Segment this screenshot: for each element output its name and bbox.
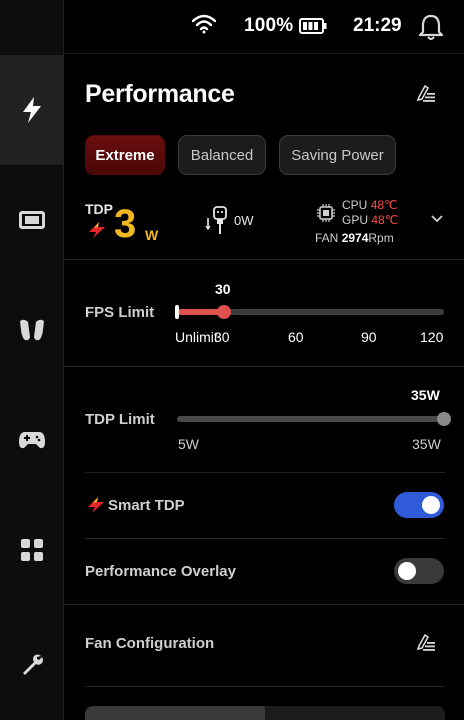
gpu-temperature: GPU 48℃ xyxy=(342,213,398,227)
tdp-slider-handle[interactable] xyxy=(437,412,451,426)
edit-profile-icon[interactable] xyxy=(416,84,436,102)
status-bar: 100% 21:29 xyxy=(64,0,464,54)
mode-balanced-button[interactable]: Balanced xyxy=(178,135,266,175)
fps-tick-60: 60 xyxy=(288,329,304,345)
cpu-temperature: CPU 48℃ xyxy=(342,198,398,212)
fan-mode-tab-right[interactable] xyxy=(265,706,445,720)
tdp-slider-track[interactable] xyxy=(177,416,444,422)
fan-speed: FAN 2974Rpm xyxy=(315,231,394,245)
edit-fan-icon[interactable] xyxy=(416,633,436,651)
fan-mode-tab-left[interactable] xyxy=(85,706,265,720)
chevron-down-icon[interactable] xyxy=(430,214,444,224)
bolt-icon xyxy=(23,97,41,123)
smart-tdp-label: Smart TDP xyxy=(108,497,185,514)
performance-overlay-toggle[interactable] xyxy=(394,558,444,584)
chip-icon xyxy=(317,204,335,222)
battery-icon xyxy=(299,18,327,34)
rail-item-performance[interactable] xyxy=(0,55,64,165)
divider xyxy=(85,686,445,687)
mode-saving-power-button[interactable]: Saving Power xyxy=(279,135,396,175)
wrench-icon xyxy=(23,654,43,675)
wifi-icon xyxy=(192,14,216,34)
rail-item-display[interactable] xyxy=(0,165,64,275)
fps-tick-90: 90 xyxy=(361,329,377,345)
fps-tick-unlimit: Unlimit xyxy=(175,329,218,345)
screen-icon xyxy=(19,211,45,229)
tdp-label: TDP xyxy=(85,201,113,217)
grip-icon xyxy=(20,319,44,341)
smart-bolt-icon xyxy=(89,222,105,238)
cpu-temp-value: 48℃ xyxy=(370,198,398,212)
fan-unit: Rpm xyxy=(368,231,394,245)
power-plug-icon xyxy=(205,206,227,234)
gpu-temp-value: 48℃ xyxy=(371,213,399,227)
divider xyxy=(85,538,445,539)
clock: 21:29 xyxy=(353,15,402,36)
smart-tdp-bolt-icon xyxy=(88,497,104,513)
fps-limit-value: 30 xyxy=(215,281,231,297)
fps-slider-start-marker xyxy=(175,305,179,319)
fan-label: FAN xyxy=(315,231,339,245)
tdp-min-label: 5W xyxy=(178,436,199,452)
performance-mode-selector: Extreme Balanced Saving Power xyxy=(85,135,396,175)
divider xyxy=(85,472,445,473)
divider xyxy=(64,366,464,367)
fps-limit-label: FPS Limit xyxy=(85,304,155,321)
tdp-limit-label: TDP Limit xyxy=(85,411,155,428)
rail-item-controller[interactable] xyxy=(0,275,64,385)
fps-tick-120: 120 xyxy=(420,329,444,345)
tdp-unit: W xyxy=(145,227,159,243)
divider xyxy=(64,604,464,605)
tdp-max-label: 35W xyxy=(412,436,441,452)
gpu-label: GPU xyxy=(342,213,369,227)
apps-grid-icon xyxy=(21,539,43,561)
mode-extreme-button[interactable]: Extreme xyxy=(85,135,165,175)
rail-item-apps[interactable] xyxy=(0,495,64,605)
gamepad-icon xyxy=(19,432,45,449)
charge-power-value: 0W xyxy=(234,213,254,228)
toggle-knob xyxy=(398,562,416,580)
fps-slider-handle[interactable] xyxy=(217,305,231,319)
side-rail xyxy=(0,0,64,720)
rail-item-settings[interactable] xyxy=(0,610,64,720)
tdp-current-value: 3 xyxy=(114,202,137,246)
fan-configuration-label: Fan Configuration xyxy=(85,635,215,652)
rail-item-gamepad[interactable] xyxy=(0,385,64,495)
fan-value: 2974 xyxy=(341,231,369,245)
page-title: Performance xyxy=(85,80,235,108)
fps-tick-30: 30 xyxy=(214,329,230,345)
performance-overlay-label: Performance Overlay xyxy=(85,563,236,580)
tdp-limit-value: 35W xyxy=(411,387,440,403)
bell-icon[interactable] xyxy=(418,13,444,41)
cpu-label: CPU xyxy=(342,198,368,212)
smart-tdp-toggle[interactable] xyxy=(394,492,444,518)
fan-mode-tabs xyxy=(85,706,445,720)
toggle-knob xyxy=(422,496,440,514)
divider xyxy=(64,259,464,260)
battery-percentage: 100% xyxy=(244,15,294,36)
